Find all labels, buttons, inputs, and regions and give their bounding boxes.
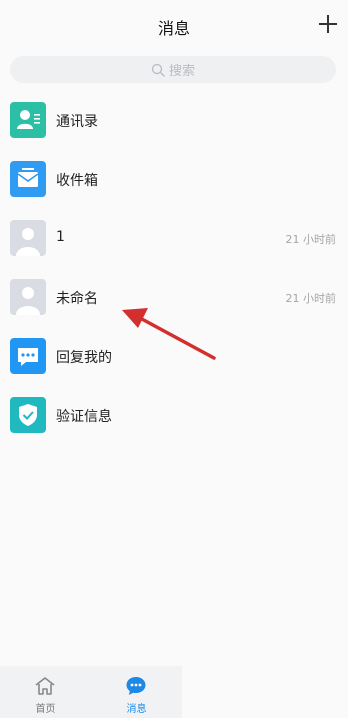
list-item-replies[interactable]: 回复我的 — [0, 328, 348, 387]
timestamp: 21 小时前 — [285, 233, 337, 246]
list-item-label: 验证信息 — [56, 409, 112, 425]
plus-icon[interactable] — [318, 14, 338, 34]
inbox-icon — [10, 161, 46, 197]
list-item-verification[interactable]: 验证信息 — [0, 387, 348, 446]
search-bar[interactable]: 搜索 — [10, 56, 336, 83]
list-item-label: 1 — [56, 229, 65, 245]
list-item-label: 收件箱 — [56, 173, 98, 189]
tab-label: 消息 — [126, 704, 147, 715]
default-avatar-icon — [10, 220, 46, 256]
list-item-label: 回复我的 — [56, 350, 112, 366]
list-item-contacts[interactable]: 通讯录 — [0, 92, 348, 151]
search-placeholder: 搜索 — [168, 64, 195, 79]
contacts-icon — [10, 102, 46, 138]
reply-chat-icon — [10, 338, 46, 374]
list-item-label: 未命名 — [56, 291, 98, 307]
chat-bubble-icon — [126, 677, 146, 695]
bottom-tab-bar: 首页 消息 — [0, 666, 182, 718]
page-title: 消息 — [157, 19, 190, 38]
timestamp: 21 小时前 — [285, 292, 337, 305]
tab-label: 首页 — [35, 704, 56, 715]
verify-shield-icon — [10, 397, 46, 433]
list-item-chat-1[interactable]: 1 21 小时前 — [0, 210, 348, 269]
tab-home[interactable]: 首页 — [0, 666, 91, 718]
search-icon — [151, 63, 165, 77]
list-item-label: 通讯录 — [56, 114, 98, 130]
list-item-chat-unnamed[interactable]: 未命名 21 小时前 — [0, 269, 348, 328]
list-item-inbox[interactable]: 收件箱 — [0, 151, 348, 210]
message-list: 通讯录 收件箱 1 21 小时前 未命名 21 小时前 回复我的 验证信息 — [0, 92, 348, 446]
tab-messages[interactable]: 消息 — [91, 666, 182, 718]
top-bar: 消息 — [0, 0, 348, 50]
home-icon — [35, 677, 55, 695]
default-avatar-icon — [10, 279, 46, 315]
